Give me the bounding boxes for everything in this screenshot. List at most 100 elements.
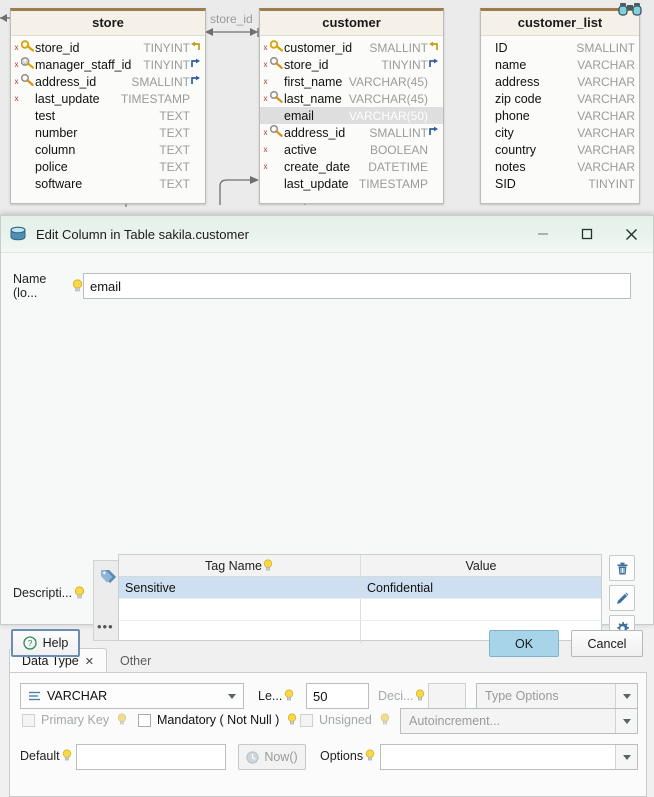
unsigned-checkbox[interactable]: Unsigned: [300, 713, 391, 727]
now-button[interactable]: Now(): [238, 744, 306, 770]
er-table-customer-list[interactable]: customer_list ID SMALLINT name VARCHAR a…: [480, 8, 640, 204]
edit-column-dialog[interactable]: Edit Column in Table sakila.customer Nam…: [0, 215, 654, 797]
name-input[interactable]: email: [83, 273, 631, 299]
maximize-icon: [581, 228, 593, 240]
decimals-input[interactable]: [428, 683, 466, 709]
foreign-key-icon: [269, 57, 284, 72]
er-column-type: SMALLINT: [131, 74, 190, 89]
er-column-type: VARCHAR: [577, 74, 635, 89]
er-column-row[interactable]: x U manager_staff_id TINYINT: [11, 56, 205, 73]
checkbox-box[interactable]: [22, 713, 35, 727]
chevron-down-icon[interactable]: [221, 684, 243, 708]
er-column-row[interactable]: zip code VARCHAR: [493, 90, 639, 107]
er-column-name: country: [495, 142, 536, 157]
er-column-row[interactable]: last_update TIMESTAMP: [260, 175, 443, 192]
er-column-row[interactable]: address VARCHAR: [493, 73, 639, 90]
fk-arrow-icon: [190, 58, 201, 72]
er-column-row[interactable]: x store_id TINYINT: [11, 39, 205, 56]
er-column-row[interactable]: phone VARCHAR: [493, 107, 639, 124]
er-column-name: manager_staff_id: [35, 57, 132, 72]
help-button-label: Help: [42, 636, 69, 650]
er-column-type: VARCHAR(45): [348, 74, 428, 89]
hint-bulb-icon[interactable]: [263, 559, 274, 573]
er-column-name: police: [35, 159, 68, 174]
er-column-name: address_id: [284, 125, 346, 140]
data-type-value: VARCHAR: [47, 689, 108, 703]
er-column-row[interactable]: x last_name VARCHAR(45): [260, 90, 443, 107]
cancel-button[interactable]: Cancel: [571, 630, 643, 657]
er-column-row[interactable]: x address_id SMALLINT: [11, 73, 205, 90]
options-combo[interactable]: [380, 744, 638, 770]
er-column-row[interactable]: x store_id TINYINT: [260, 56, 443, 73]
er-column-row[interactable]: ID SMALLINT: [493, 39, 639, 56]
er-column-name: last_update: [284, 176, 349, 191]
er-column-row[interactable]: country VARCHAR: [493, 141, 639, 158]
tag-name-header[interactable]: Tag Name: [119, 555, 361, 576]
hint-bulb-icon[interactable]: [365, 749, 376, 763]
chevron-down-icon[interactable]: [615, 709, 637, 733]
tag-value-header[interactable]: Value: [361, 555, 601, 576]
er-column-row[interactable]: x active BOOLEAN: [260, 141, 443, 158]
hint-bulb-icon[interactable]: [415, 689, 426, 703]
er-column-row[interactable]: notes VARCHAR: [493, 158, 639, 175]
er-table-store[interactable]: store x store_id TINYINT x U manager_sta…: [10, 8, 206, 204]
er-column-row[interactable]: name VARCHAR: [493, 56, 639, 73]
delete-tag-button[interactable]: [609, 555, 635, 581]
er-column-row[interactable]: x create_date DATETIME: [260, 158, 443, 175]
er-column-row[interactable]: test TEXT: [11, 107, 205, 124]
er-column-type: VARCHAR(50): [348, 108, 428, 123]
autoincrement-combo[interactable]: Autoincrement...: [400, 708, 638, 734]
er-column-row[interactable]: x first_name VARCHAR(45): [260, 73, 443, 90]
er-column-row[interactable]: SID TINYINT: [493, 175, 639, 192]
nullable-mark: x: [14, 42, 19, 52]
close-button[interactable]: [609, 216, 653, 252]
er-column-type: BOOLEAN: [369, 142, 428, 157]
er-column-row[interactable]: software TEXT: [11, 175, 205, 192]
minimize-button[interactable]: [521, 216, 565, 252]
er-column-row[interactable]: x customer_id SMALLINT: [260, 39, 443, 56]
hint-bulb-icon[interactable]: [117, 713, 128, 727]
default-input[interactable]: [76, 744, 226, 770]
checkbox-box[interactable]: [300, 713, 313, 727]
database-column-icon: [9, 225, 29, 243]
er-table-customer[interactable]: customer x customer_id SMALLINT x store_…: [259, 8, 444, 204]
er-diagram-canvas[interactable]: store x store_id TINYINT x U manager_sta…: [0, 0, 654, 215]
mandatory-checkbox[interactable]: Mandatory ( Not Null ): [138, 713, 298, 727]
mandatory-label: Mandatory ( Not Null ): [157, 713, 280, 727]
binoculars-icon[interactable]: [618, 2, 642, 23]
data-type-combo[interactable]: VARCHAR: [20, 683, 244, 709]
hint-bulb-icon[interactable]: [380, 713, 391, 727]
er-column-row-email-selected[interactable]: email VARCHAR(50): [260, 107, 443, 124]
primary-key-icon: [20, 40, 35, 55]
dialog-titlebar[interactable]: Edit Column in Table sakila.customer: [1, 216, 653, 253]
fk-back-arrow-icon: [428, 41, 439, 55]
dialog-title: Edit Column in Table sakila.customer: [36, 226, 249, 242]
clock-icon: [246, 750, 259, 764]
er-column-row[interactable]: number TEXT: [11, 124, 205, 141]
er-column-name: last_name: [284, 91, 342, 106]
question-circle-icon: ?: [22, 636, 37, 650]
primary-key-checkbox[interactable]: Primary Key: [22, 713, 128, 727]
er-column-row[interactable]: police TEXT: [11, 158, 205, 175]
checkbox-box[interactable]: [138, 713, 151, 727]
er-column-name: city: [495, 125, 514, 140]
length-label: Le...: [258, 689, 283, 703]
length-input[interactable]: 50: [306, 683, 369, 709]
er-column-row[interactable]: x address_id SMALLINT: [260, 124, 443, 141]
hint-bulb-icon[interactable]: [287, 713, 298, 727]
er-column-type: VARCHAR: [577, 125, 635, 140]
maximize-button[interactable]: [565, 216, 609, 252]
er-column-row[interactable]: column TEXT: [11, 141, 205, 158]
chevron-down-icon[interactable]: [615, 745, 637, 769]
er-column-name: test: [35, 108, 56, 123]
ok-button[interactable]: OK: [489, 630, 559, 657]
hint-bulb-icon[interactable]: [62, 749, 73, 763]
er-column-row[interactable]: x last_update TIMESTAMP: [11, 90, 205, 107]
er-column-type: TEXT: [159, 125, 190, 140]
hint-bulb-icon[interactable]: [72, 279, 83, 293]
hint-bulb-icon[interactable]: [284, 689, 295, 703]
help-button[interactable]: ? Help: [11, 629, 80, 657]
er-column-row[interactable]: city VARCHAR: [493, 124, 639, 141]
chevron-down-icon[interactable]: [615, 684, 637, 708]
type-options-combo[interactable]: Type Options: [476, 683, 638, 709]
